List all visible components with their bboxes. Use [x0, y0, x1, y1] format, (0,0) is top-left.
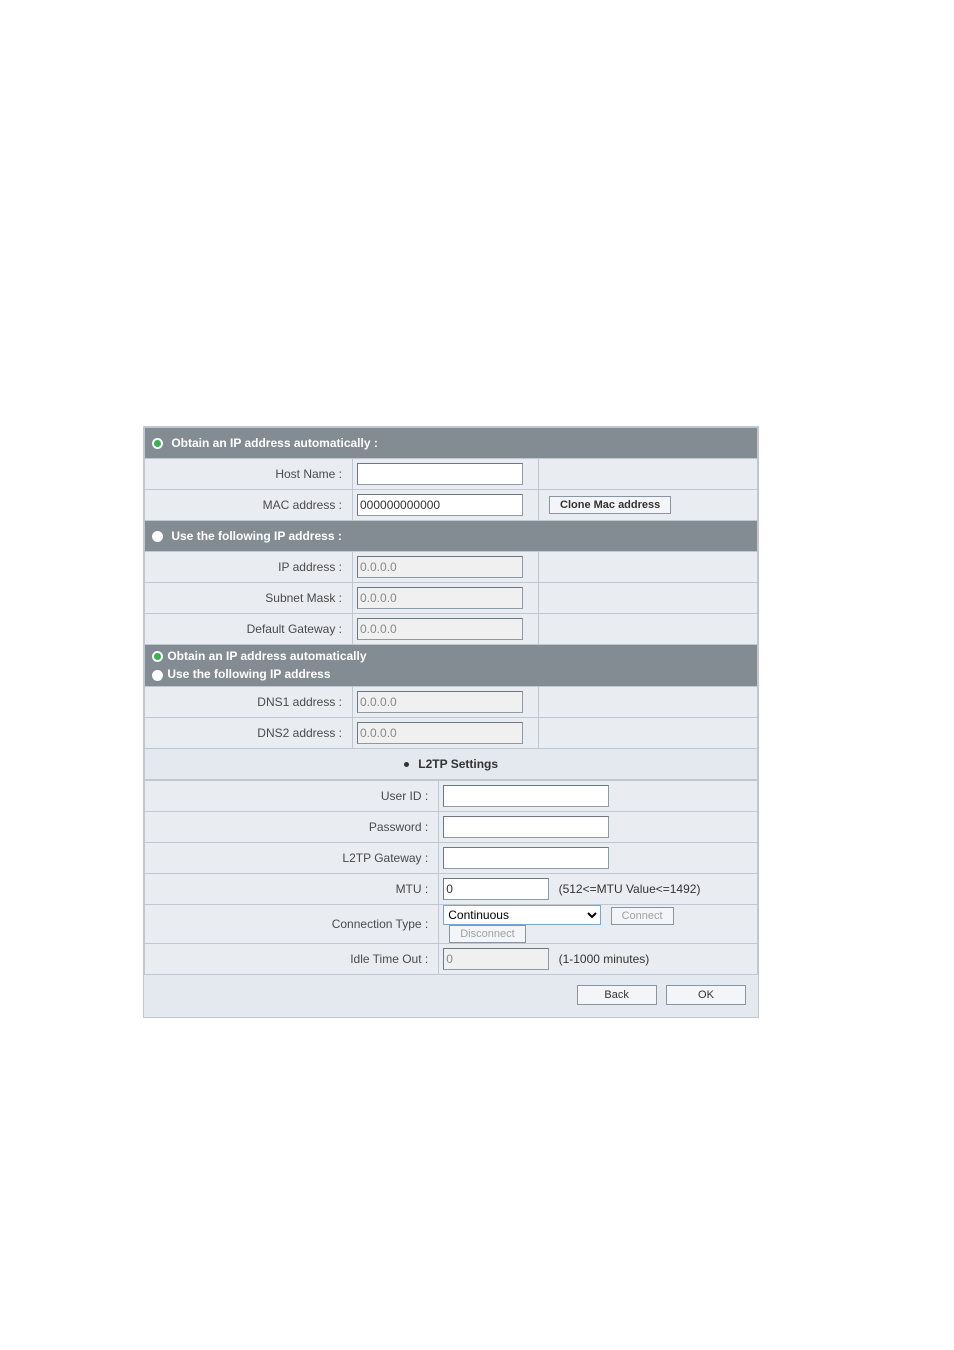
dns1-input[interactable]: [357, 691, 523, 713]
mac-address-input[interactable]: [357, 494, 523, 516]
ip-address-input[interactable]: [357, 556, 523, 578]
user-id-input[interactable]: [443, 785, 609, 807]
connection-type-label: Connection Type :: [145, 904, 439, 943]
ip-mode-auto-label: Obtain an IP address automatically :: [171, 436, 378, 450]
dns2-input[interactable]: [357, 722, 523, 744]
back-button[interactable]: Back: [577, 985, 657, 1005]
connect-button[interactable]: Connect: [611, 907, 674, 925]
host-name-extra: [539, 459, 758, 490]
l2tp-section-title-row: L2TP Settings: [145, 748, 758, 779]
mtu-hint: (512<=MTU Value<=1492): [559, 882, 701, 896]
dns-mode-auto-label: Obtain an IP address automatically: [167, 649, 366, 663]
default-gateway-label: Default Gateway :: [145, 614, 353, 645]
mtu-label: MTU :: [145, 873, 439, 904]
idle-timeout-hint: (1-1000 minutes): [559, 952, 650, 966]
idle-timeout-label: Idle Time Out :: [145, 943, 439, 974]
user-id-label: User ID :: [145, 780, 439, 811]
ip-mode-auto-radio[interactable]: [151, 437, 164, 450]
ip-mode-auto-row[interactable]: Obtain an IP address automatically :: [145, 428, 758, 459]
host-name-input[interactable]: [357, 463, 523, 485]
ip-mode-static-row[interactable]: Use the following IP address :: [145, 521, 758, 552]
mac-address-label: MAC address :: [145, 490, 353, 521]
footer-buttons: Back OK: [144, 975, 758, 1017]
password-input[interactable]: [443, 816, 609, 838]
idle-timeout-input[interactable]: [443, 948, 549, 970]
dns-mode-static-radio[interactable]: [151, 669, 164, 682]
default-gateway-input[interactable]: [357, 618, 523, 640]
l2tp-gateway-label: L2TP Gateway :: [145, 842, 439, 873]
subnet-mask-label: Subnet Mask :: [145, 583, 353, 614]
ip-mode-static-label: Use the following IP address :: [171, 529, 341, 543]
password-label: Password :: [145, 811, 439, 842]
bullet-icon: [404, 762, 409, 767]
dns1-label: DNS1 address :: [145, 686, 353, 717]
subnet-mask-input[interactable]: [357, 587, 523, 609]
mtu-input[interactable]: [443, 878, 549, 900]
dns-mode-static-label: Use the following IP address: [167, 667, 330, 681]
l2tp-gateway-input[interactable]: [443, 847, 609, 869]
ip-address-label: IP address :: [145, 552, 353, 583]
host-name-label: Host Name :: [145, 459, 353, 490]
dns-mode-header: Obtain an IP address automatically Use t…: [145, 645, 758, 687]
l2tp-section-title: L2TP Settings: [418, 757, 498, 771]
ok-button[interactable]: OK: [666, 985, 746, 1005]
disconnect-button[interactable]: Disconnect: [449, 925, 525, 943]
connection-type-select[interactable]: Continuous: [443, 905, 601, 925]
l2tp-table: User ID : Password : L2TP Gateway : MTU …: [144, 780, 758, 975]
dns2-label: DNS2 address :: [145, 717, 353, 748]
dns-mode-auto-radio[interactable]: [151, 650, 164, 663]
ip-mode-static-radio[interactable]: [151, 530, 164, 543]
clone-mac-button[interactable]: Clone Mac address: [549, 496, 671, 514]
ip-config-table: Obtain an IP address automatically : Hos…: [144, 427, 758, 780]
